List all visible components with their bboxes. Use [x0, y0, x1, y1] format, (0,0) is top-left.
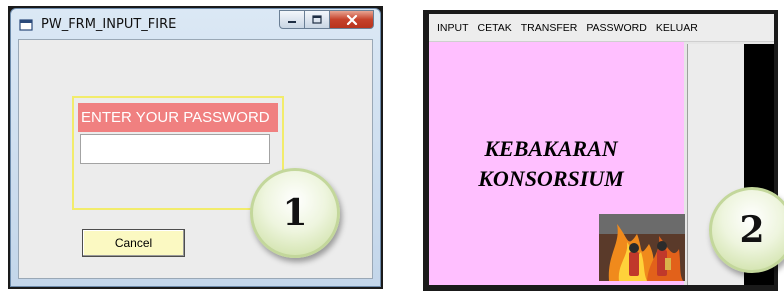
minimize-icon	[288, 20, 296, 23]
minimize-button[interactable]	[279, 10, 305, 29]
password-input[interactable]	[80, 134, 270, 164]
cancel-button[interactable]: Cancel	[82, 229, 185, 257]
menu-cetak[interactable]: CETAK	[478, 22, 512, 34]
menu-keluar[interactable]: KELUAR	[656, 22, 698, 34]
close-button[interactable]	[330, 10, 374, 29]
number-badge-1: 1	[250, 168, 340, 258]
maximize-icon	[312, 15, 322, 24]
menu-transfer[interactable]: TRANSFER	[521, 22, 578, 34]
firefighter-photo	[599, 214, 685, 281]
password-label: ENTER YOUR PASSWORD	[78, 103, 278, 132]
menu-input[interactable]: INPUT	[437, 22, 469, 34]
menu-password[interactable]: PASSWORD	[586, 22, 646, 34]
brand-line-1: KEBAKARAN	[484, 136, 618, 161]
brand-title: KEBAKARAN KONSORSIUM	[441, 134, 661, 194]
brand-line-2: KONSORSIUM	[478, 166, 624, 191]
menu-bar: INPUT CETAK TRANSFER PASSWORD KELUAR	[429, 14, 774, 42]
close-icon	[346, 14, 357, 25]
window-controls	[279, 10, 374, 29]
title-bar[interactable]: PW_FRM_INPUT_FIRE	[11, 9, 380, 39]
maximize-button[interactable]	[305, 10, 330, 29]
window-title: PW_FRM_INPUT_FIRE	[41, 16, 177, 32]
screenshot-panel-1: PW_FRM_INPUT_FIRE ENTER YOUR PASSWORD Ca…	[8, 6, 383, 289]
password-group: ENTER YOUR PASSWORD	[72, 96, 284, 210]
app-window-icon	[19, 17, 33, 31]
